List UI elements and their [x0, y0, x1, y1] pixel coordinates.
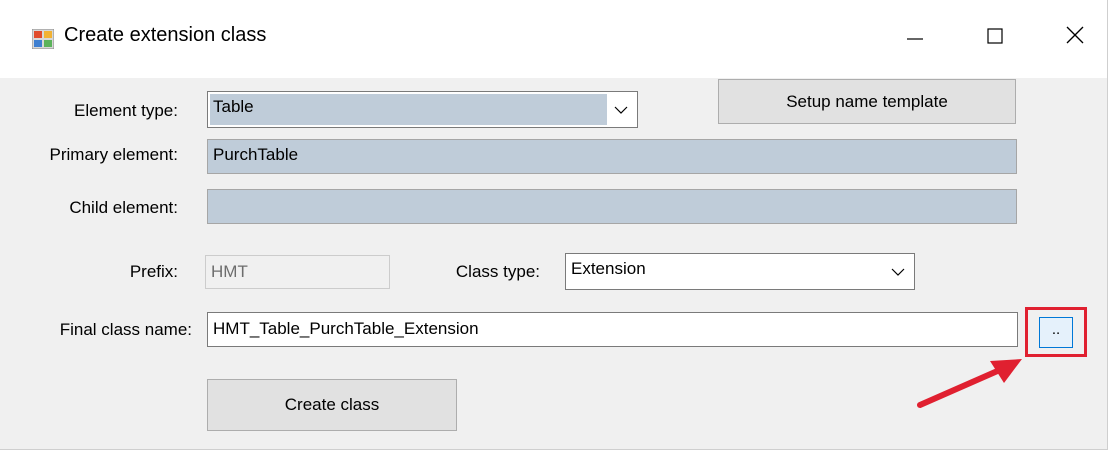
- class-type-value: Extension: [571, 259, 646, 278]
- create-class-button[interactable]: Create class: [207, 379, 457, 431]
- create-extension-class-window: Create extension class Element type: Tab…: [0, 0, 1108, 450]
- class-type-label: Class type:: [455, 262, 540, 281]
- child-element-field[interactable]: [207, 189, 1017, 224]
- primary-element-value: PurchTable: [213, 145, 299, 164]
- browse-button[interactable]: ..: [1039, 317, 1073, 348]
- element-type-select[interactable]: Table: [207, 91, 638, 128]
- annotation-arrow-icon: [917, 359, 1022, 408]
- element-type-label: Element type:: [74, 101, 178, 120]
- window-title: Create extension class: [64, 24, 267, 46]
- class-type-select[interactable]: Extension: [565, 253, 915, 290]
- final-class-name-value: HMT_Table_PurchTable_Extension: [213, 319, 479, 338]
- element-type-selection: [210, 94, 607, 125]
- final-class-name-label: Final class name:: [59, 320, 192, 339]
- maximize-button[interactable]: [960, 0, 1030, 70]
- final-class-name-input[interactable]: HMT_Table_PurchTable_Extension: [207, 312, 1018, 347]
- title-bar: Create extension class: [0, 0, 1107, 78]
- maximize-icon: [987, 28, 1003, 44]
- close-button[interactable]: [1040, 0, 1108, 70]
- prefix-field: HMT: [205, 255, 390, 289]
- child-element-label: Child element:: [69, 198, 178, 217]
- prefix-value: HMT: [211, 262, 248, 281]
- minimize-button[interactable]: [880, 0, 950, 70]
- primary-element-field[interactable]: PurchTable: [207, 139, 1017, 174]
- prefix-label: Prefix:: [129, 262, 178, 281]
- chevron-down-icon: [891, 268, 905, 276]
- minimize-icon: [907, 38, 923, 40]
- close-icon: [1066, 26, 1084, 44]
- form-app-icon: [32, 29, 54, 49]
- chevron-down-icon: [614, 106, 628, 114]
- element-type-value: Table: [213, 97, 254, 116]
- primary-element-label: Primary element:: [49, 145, 178, 164]
- setup-name-template-button[interactable]: Setup name template: [718, 79, 1016, 124]
